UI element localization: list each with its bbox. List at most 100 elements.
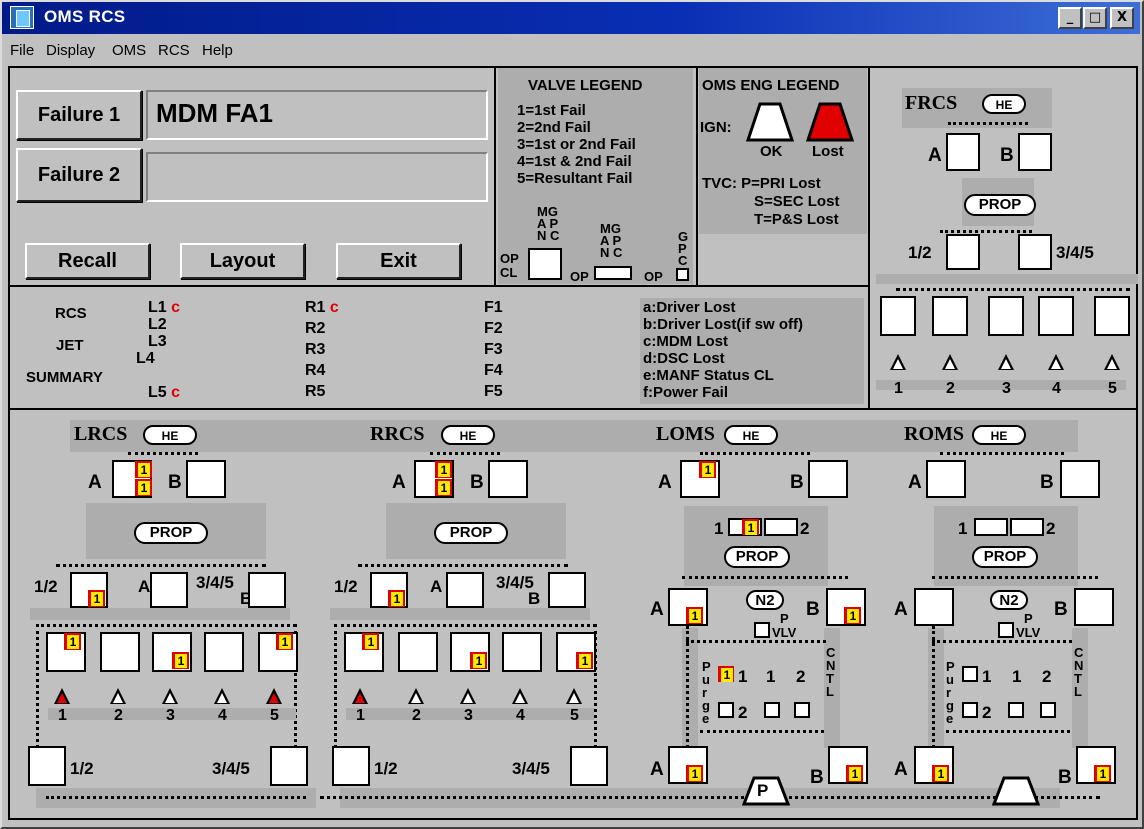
failure-flag [135,461,152,478]
loms-he-tank[interactable]: HE [724,425,778,445]
rrcs-prop-tank[interactable]: PROP [434,522,508,544]
loms-n2-tank[interactable]: N2 [746,590,784,610]
loms-isolation-valve-1[interactable] [764,702,780,718]
roms-purge-valve-2[interactable] [962,702,978,718]
rrcs-he-valve-b[interactable] [488,460,528,498]
frcs-jet-number: 5 [1108,380,1117,397]
lrcs-jet-icon [162,688,178,704]
menu-rcs[interactable]: RCS [158,42,190,59]
lrcs-crossfeed-345-valve[interactable] [270,746,308,786]
line [36,624,296,627]
frcs-jet-valve-2[interactable] [932,296,968,336]
line [940,230,1032,233]
failure1-button[interactable]: Failure 1 [16,90,142,140]
frcs-manifold-345-valve[interactable] [1018,234,1052,270]
lrcs-manifold-label: 3/4/5 [196,573,234,592]
failure2-button[interactable]: Failure 2 [16,148,142,202]
menu-display[interactable]: Display [46,42,95,59]
lrcs-jet-valve[interactable] [204,632,244,672]
frcs-he-valve-a[interactable] [946,133,980,171]
frcs-jet-valve-1[interactable] [880,296,916,336]
legend-item: 3=1st or 2nd Fail [517,136,636,153]
loms-he-valve-b[interactable] [808,460,848,498]
lrcs-manifold-label: A [138,577,151,596]
divider [494,66,496,286]
roms-cntl-label: CNTL [1074,645,1084,699]
frcs-bus-bar [876,274,1138,284]
menu-file[interactable]: File [10,42,34,59]
exit-button[interactable]: Exit [336,243,461,279]
roms-valve-b[interactable] [1074,588,1114,626]
loms-regulator-2[interactable] [764,518,798,536]
line [932,626,935,748]
roms-valve-a[interactable] [914,588,954,626]
roms-n2-tank[interactable]: N2 [990,590,1028,610]
recall-button[interactable]: Recall [25,243,150,279]
lrcs-bus-bar [30,608,290,620]
frcs-prop-tank[interactable]: PROP [964,194,1036,216]
loms-purge-valve-2[interactable] [718,702,734,718]
roms-pvlv[interactable] [998,622,1014,638]
failure-flag [742,519,759,535]
loms-regulator-label: 2 [800,519,810,538]
failure-flag [699,461,716,478]
lrcs-jet-valve[interactable] [100,632,140,672]
roms-regulator-2[interactable] [1010,518,1044,536]
rrcs-manifold-345-valve[interactable] [548,572,586,608]
frcs-manifold-12-valve[interactable] [946,234,980,270]
legend-valve-square [528,248,562,280]
frcs-jet-number: 3 [1002,380,1011,397]
rrcs-he-tank[interactable]: HE [441,425,495,445]
loms-prop-tank[interactable]: PROP [724,546,790,568]
lrcs-crossfeed-12-valve[interactable] [28,746,66,786]
line [334,624,596,627]
roms-purge-valve-1[interactable] [962,666,978,682]
menu-help[interactable]: Help [202,42,233,59]
rrcs-a-label: A [392,472,406,493]
frcs-jet-valve-4[interactable] [1038,296,1074,336]
rrcs-jet-valve[interactable] [398,632,438,672]
lrcs-prop-tank[interactable]: PROP [134,522,208,544]
engine-lost-icon [806,102,854,142]
roms-b-label: B [1058,767,1072,788]
layout-button[interactable]: Layout [180,243,305,279]
menu-oms[interactable]: OMS [112,42,146,59]
failure1-field[interactable]: MDM FA1 [146,90,488,140]
loms-isolation-valve-2[interactable] [794,702,810,718]
roms-valve-label: 1 [1012,667,1022,686]
close-button[interactable]: X [1110,7,1134,29]
frcs-he-tank[interactable]: HE [982,94,1026,114]
roms-prop-tank[interactable]: PROP [972,546,1038,568]
roms-pvlv-label: VLV [1016,625,1041,640]
roms-isolation-valve-2[interactable] [1040,702,1056,718]
lrcs-manifold-a-valve[interactable] [150,572,188,608]
frcs-jet-valve-3[interactable] [988,296,1024,336]
rrcs-crossfeed-345-valve[interactable] [570,746,608,786]
lrcs-he-tank[interactable]: HE [143,425,197,445]
lrcs-he-valve-b[interactable] [186,460,226,498]
failure2-field[interactable] [146,152,488,202]
loms-regulator-label: 1 [714,519,724,538]
roms-regulator-1[interactable] [974,518,1008,536]
roms-he-tank[interactable]: HE [972,425,1026,445]
frcs-he-valve-b[interactable] [1018,133,1052,171]
rrcs-crossfeed-12-valve[interactable] [332,746,370,786]
legend-op: OP [644,269,663,284]
jet-f2: F2 [484,320,503,337]
lrcs-manifold-345-valve[interactable] [248,572,286,608]
roms-he-valve-a[interactable] [926,460,966,498]
rrcs-manifold-a-valve[interactable] [446,572,484,608]
jet-r3: R3 [305,341,326,358]
rrcs-jet-valve[interactable] [502,632,542,672]
loms-pvlv[interactable] [754,622,770,638]
maximize-button[interactable]: □ [1083,7,1107,29]
minimize-button[interactable]: _ [1058,7,1082,29]
roms-a-label: A [894,599,908,620]
frcs-jet-valve-5[interactable] [1094,296,1130,336]
jet-r5: R5 [305,383,326,400]
divider [1136,66,1138,820]
title-bar[interactable]: OMS RCS _ □ X [2,2,1140,34]
roms-isolation-valve-1[interactable] [1008,702,1024,718]
roms-he-valve-b[interactable] [1060,460,1100,498]
lrcs-jet-number: 3 [166,707,175,724]
